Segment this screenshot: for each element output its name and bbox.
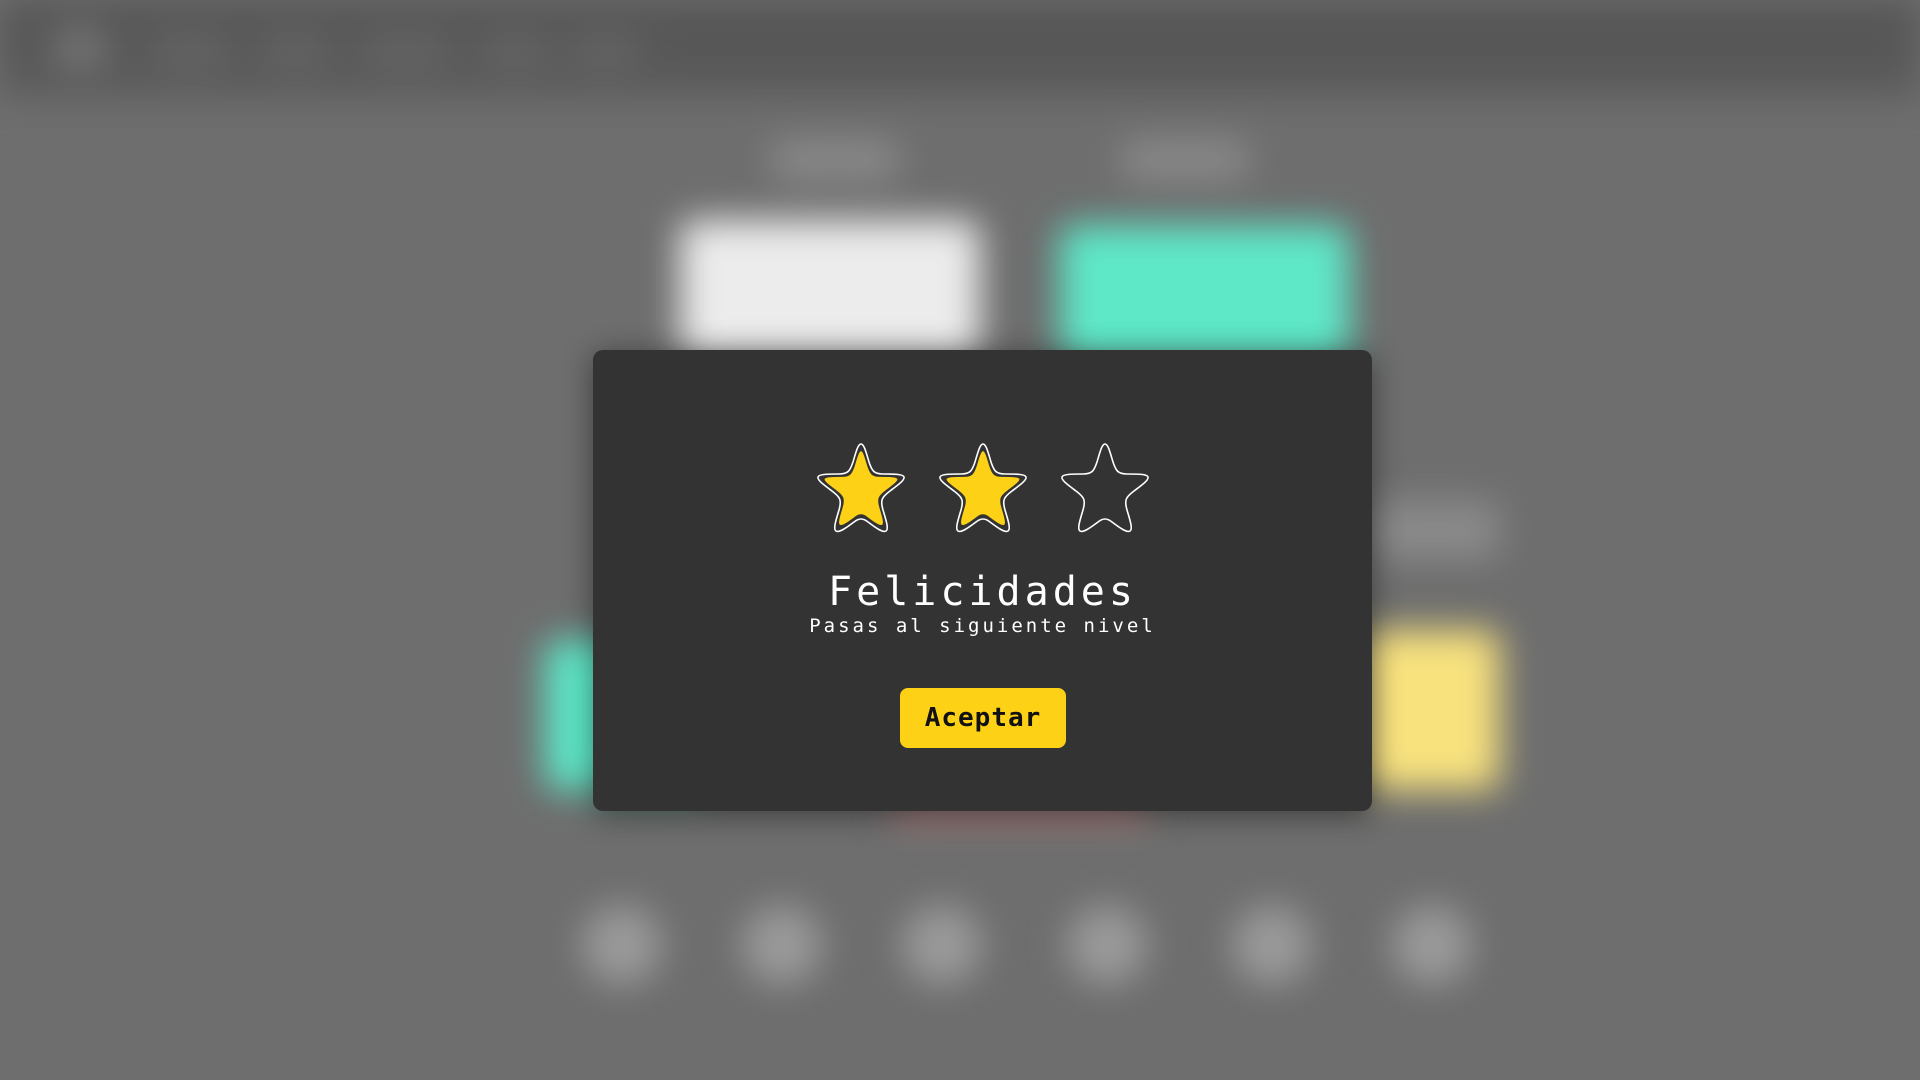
blurred-dot bbox=[1067, 905, 1147, 985]
blurred-logo bbox=[50, 28, 110, 68]
star-filled-icon bbox=[938, 443, 1027, 533]
blurred-nav-item bbox=[480, 35, 550, 65]
blurred-nav-item bbox=[260, 35, 330, 65]
blurred-nav-item bbox=[360, 35, 450, 65]
game-screen: Felicidades Pasas al siguiente nivel Ace… bbox=[0, 0, 1920, 1080]
blurred-dot bbox=[902, 905, 982, 985]
blurred-dot bbox=[1232, 905, 1312, 985]
star-rating bbox=[593, 438, 1372, 540]
blurred-label bbox=[1370, 500, 1500, 560]
level-complete-modal: Felicidades Pasas al siguiente nivel Ace… bbox=[593, 350, 1372, 811]
blurred-card-teal bbox=[1060, 225, 1350, 365]
blurred-dot bbox=[582, 905, 662, 985]
star-filled-icon bbox=[816, 443, 905, 533]
star-empty-icon bbox=[1060, 443, 1149, 533]
accept-button[interactable]: Aceptar bbox=[900, 688, 1066, 748]
blurred-nav-item bbox=[570, 35, 640, 65]
modal-title: Felicidades bbox=[828, 569, 1137, 615]
blurred-label bbox=[1120, 140, 1250, 180]
blurred-top-bar bbox=[0, 0, 1920, 95]
blurred-card-yellow bbox=[1360, 630, 1500, 790]
blurred-dot bbox=[1392, 905, 1472, 985]
blurred-label bbox=[770, 140, 900, 180]
blurred-dot bbox=[742, 905, 822, 985]
modal-subtitle: Pasas al siguiente nivel bbox=[809, 615, 1156, 637]
blurred-card-white bbox=[680, 220, 980, 360]
blurred-nav-item bbox=[150, 35, 230, 65]
